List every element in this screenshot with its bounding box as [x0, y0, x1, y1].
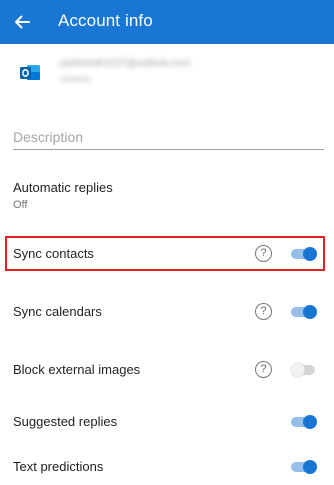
text-predictions-toggle[interactable]: [291, 460, 317, 474]
suggested-replies-toggle[interactable]: [291, 415, 317, 429]
block-external-images-row: Block external images ?: [0, 355, 334, 385]
help-icon[interactable]: ?: [255, 303, 272, 320]
block-external-images-toggle[interactable]: [291, 363, 317, 377]
arrow-back-icon[interactable]: [8, 8, 36, 36]
sync-calendars-row: Sync calendars ?: [0, 297, 334, 327]
automatic-replies-label: Automatic replies: [13, 180, 113, 195]
suggested-replies-row: Suggested replies: [0, 407, 334, 437]
automatic-replies-item[interactable]: Automatic replies Off: [13, 180, 313, 211]
sync-calendars-label: Sync calendars: [13, 304, 102, 319]
description-placeholder: Description: [13, 129, 84, 145]
description-field[interactable]: Description: [13, 128, 324, 150]
account-provider: Outlook: [60, 74, 92, 84]
suggested-replies-label: Suggested replies: [13, 414, 118, 429]
help-icon[interactable]: ?: [255, 361, 272, 378]
page-title: Account info: [58, 11, 153, 30]
app-bar: Account info: [0, 0, 334, 44]
text-predictions-row: Text predictions: [0, 452, 334, 482]
sync-calendars-toggle[interactable]: [291, 305, 317, 319]
outlook-logo-icon: [19, 63, 41, 83]
account-email: parthshah1107@outlook.com: [60, 58, 191, 69]
automatic-replies-status: Off: [13, 199, 28, 211]
account-header: parthshah1107@outlook.com Outlook: [0, 44, 334, 106]
text-predictions-label: Text predictions: [13, 459, 104, 474]
block-external-images-label: Block external images: [13, 362, 141, 377]
highlight-box: [5, 236, 325, 271]
